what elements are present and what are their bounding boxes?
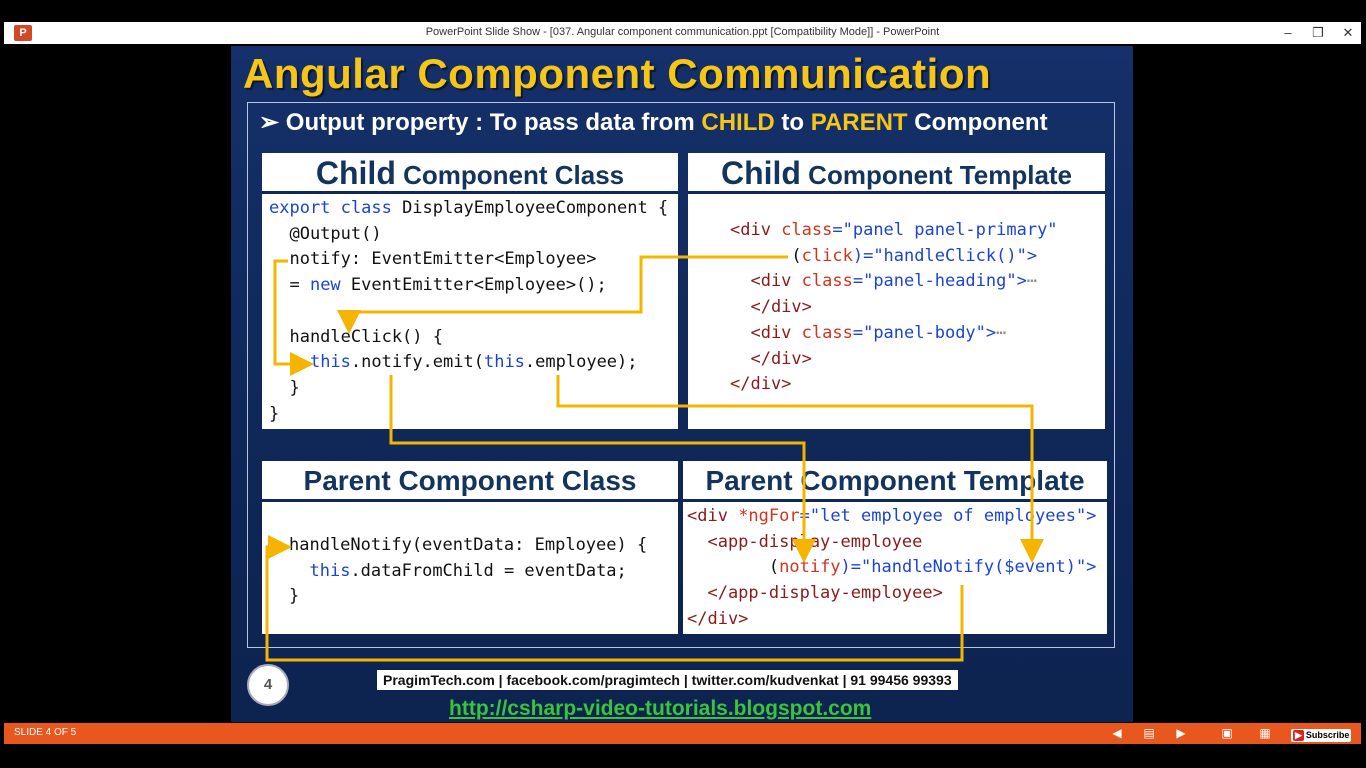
parent-class-code-box: handleNotify(eventData: Employee) { this…	[262, 502, 678, 634]
child-class-code: export class DisplayEmployeeComponent { …	[269, 198, 669, 424]
bullet-suffix: Component	[907, 109, 1048, 136]
prev-icon[interactable]: ◀	[1110, 726, 1124, 740]
child-template-code-box: <div class="panel panel-primary" (click)…	[688, 194, 1105, 429]
child-template-heading-big: Child	[720, 155, 801, 191]
child-class-code-box: export class DisplayEmployeeComponent { …	[262, 194, 678, 429]
restore-button[interactable]: ❐	[1304, 22, 1332, 44]
minimize-button[interactable]: –	[1274, 22, 1302, 44]
parent-template-code-box: <div *ngFor="let employee of employees">…	[683, 502, 1107, 634]
close-button[interactable]: ✕	[1334, 22, 1362, 44]
window-title: PowerPoint Slide Show - [037. Angular co…	[425, 26, 940, 38]
bullet-parent: PARENT	[810, 109, 908, 136]
slide[interactable]: Angular Component Communication ➢ Output…	[231, 46, 1133, 722]
notes-icon[interactable]: ▤	[1142, 726, 1156, 740]
slide-number-badge: 4	[247, 664, 289, 706]
slide-title: Angular Component Communication	[243, 50, 992, 97]
child-class-heading-big: Child	[315, 155, 396, 191]
youtube-icon: ▶	[1293, 730, 1304, 741]
parent-class-heading: Parent Component Class	[262, 461, 678, 502]
child-template-code: <div class="panel panel-primary" (click)…	[730, 220, 1058, 395]
status-bar: SLIDE 4 OF 5 ◀ ▤ ▶ ▣ ▦ ▶ Subscribe	[4, 723, 1361, 744]
window-title-bar: P PowerPoint Slide Show - [037. Angular …	[4, 22, 1361, 44]
child-class-heading-rest: Component Class	[395, 160, 625, 190]
bullet-prefix: Output property : To pass data from	[285, 109, 702, 136]
slide-sorter-icon[interactable]: ▦	[1258, 726, 1272, 740]
next-icon[interactable]: ▶	[1174, 726, 1188, 740]
child-template-heading: Child Component Template	[688, 153, 1105, 194]
footer-url-link[interactable]: http://csharp-video-tutorials.blogspot.c…	[449, 697, 871, 721]
reading-view-icon[interactable]: ▣	[1220, 726, 1234, 740]
bullet-line: ➢ Output property : To pass data from CH…	[259, 108, 1048, 137]
subscribe-label: Subscribe	[1305, 730, 1350, 740]
bullet-to: to	[774, 109, 811, 136]
parent-class-code: handleNotify(eventData: Employee) { this…	[289, 535, 648, 607]
child-class-heading: Child Component Class	[262, 153, 678, 194]
slide-counter: SLIDE 4 OF 5	[14, 727, 77, 738]
bullet-child: CHILD	[701, 109, 775, 136]
footer-contact: PragimTech.com | facebook.com/pragimtech…	[377, 670, 958, 690]
bullet-arrow-icon: ➢	[259, 109, 280, 136]
parent-template-code: <div *ngFor="let employee of employees">…	[687, 506, 1097, 629]
parent-template-heading: Parent Component Template	[683, 461, 1107, 502]
subscribe-button[interactable]: ▶ Subscribe	[1291, 729, 1352, 742]
child-template-heading-rest: Component Template	[800, 160, 1073, 190]
